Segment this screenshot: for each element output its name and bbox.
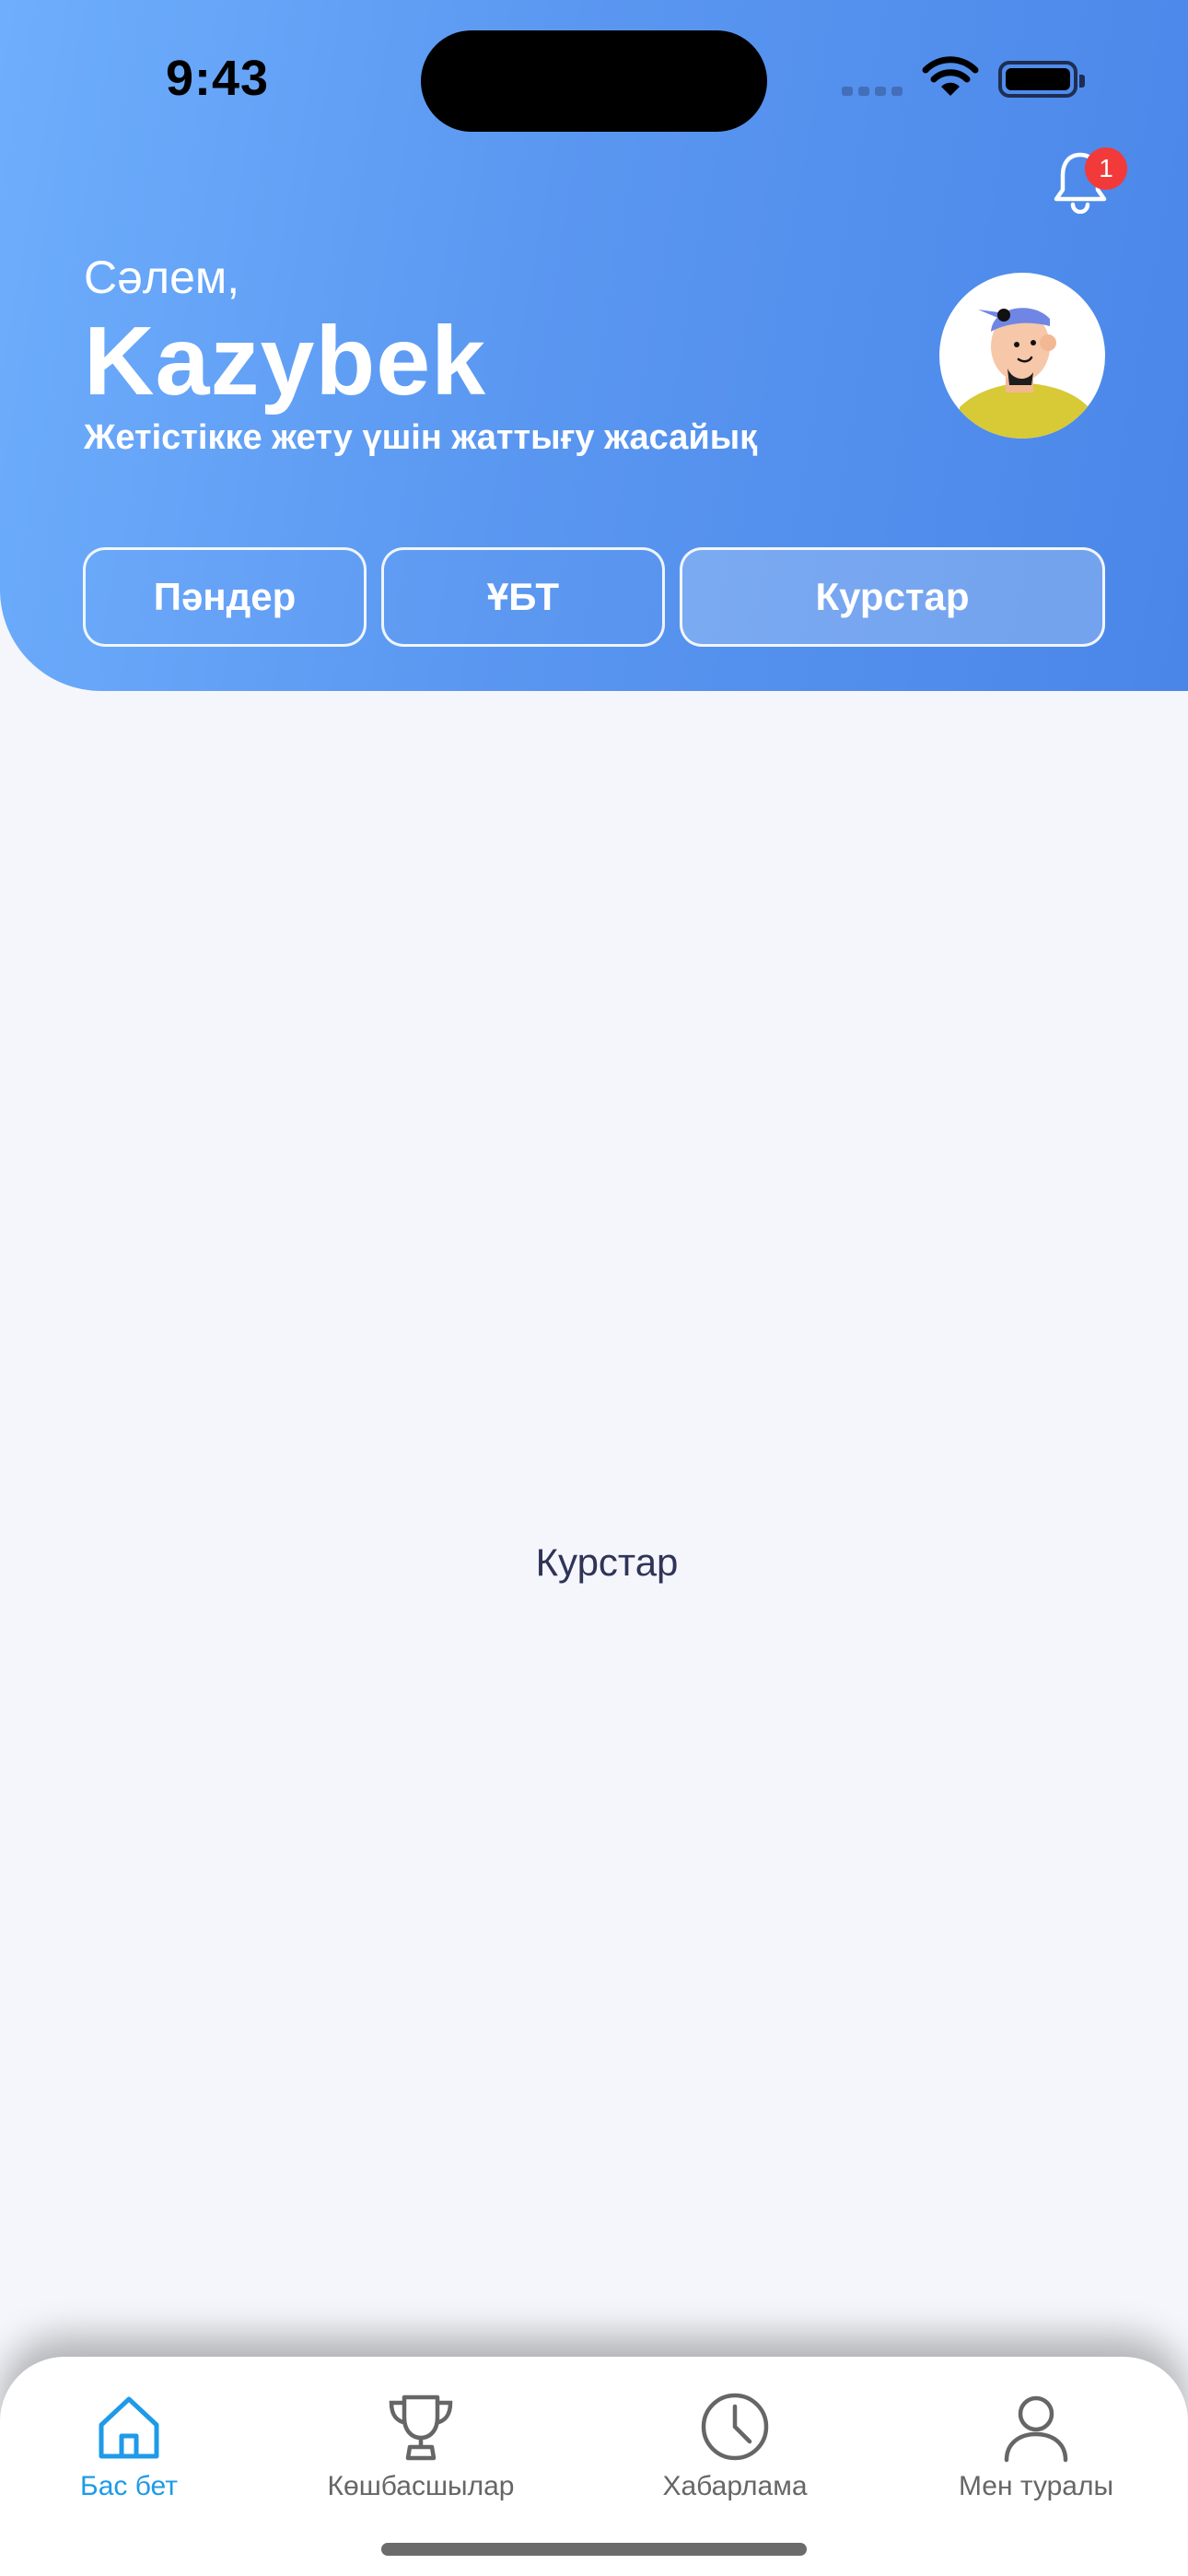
tagline-text: Жетістікке жету үшін жаттығу жасайық [84, 418, 758, 457]
nav-profile-label: Мен туралы [958, 2471, 1114, 2501]
nav-leaders[interactable]: Көшбасшылар [301, 2390, 541, 2519]
clock-icon [701, 2393, 769, 2461]
home-icon [99, 2396, 159, 2459]
user-icon [1004, 2395, 1068, 2463]
trophy-icon [389, 2395, 453, 2461]
content-placeholder: Курстар [535, 1540, 679, 1584]
cellular-signal-icon [842, 87, 903, 96]
battery-icon [998, 61, 1085, 98]
username-title: Kazybek [84, 307, 487, 416]
tab-courses[interactable]: Курстар [680, 547, 1105, 647]
greeting-text: Сәлем, [84, 252, 240, 303]
avatar-illustration [960, 308, 1089, 439]
home-indicator [381, 2543, 807, 2556]
avatar[interactable] [939, 273, 1105, 439]
nav-notifications-label: Хабарлама [662, 2471, 808, 2501]
nav-profile[interactable]: Мен туралы [916, 2390, 1156, 2519]
nav-home-label: Бас бет [80, 2471, 178, 2501]
tab-ubt[interactable]: ҰБТ [381, 547, 665, 647]
dynamic-island [421, 30, 767, 132]
nav-notifications[interactable]: Хабарлама [615, 2390, 855, 2519]
nav-home[interactable]: Бас бет [9, 2390, 249, 2519]
nav-leaders-label: Көшбасшылар [327, 2471, 515, 2501]
wifi-icon [922, 56, 979, 96]
status-time: 9:43 [166, 51, 270, 106]
tab-subjects[interactable]: Пәндер [83, 547, 367, 647]
notification-badge: 1 [1085, 147, 1127, 190]
